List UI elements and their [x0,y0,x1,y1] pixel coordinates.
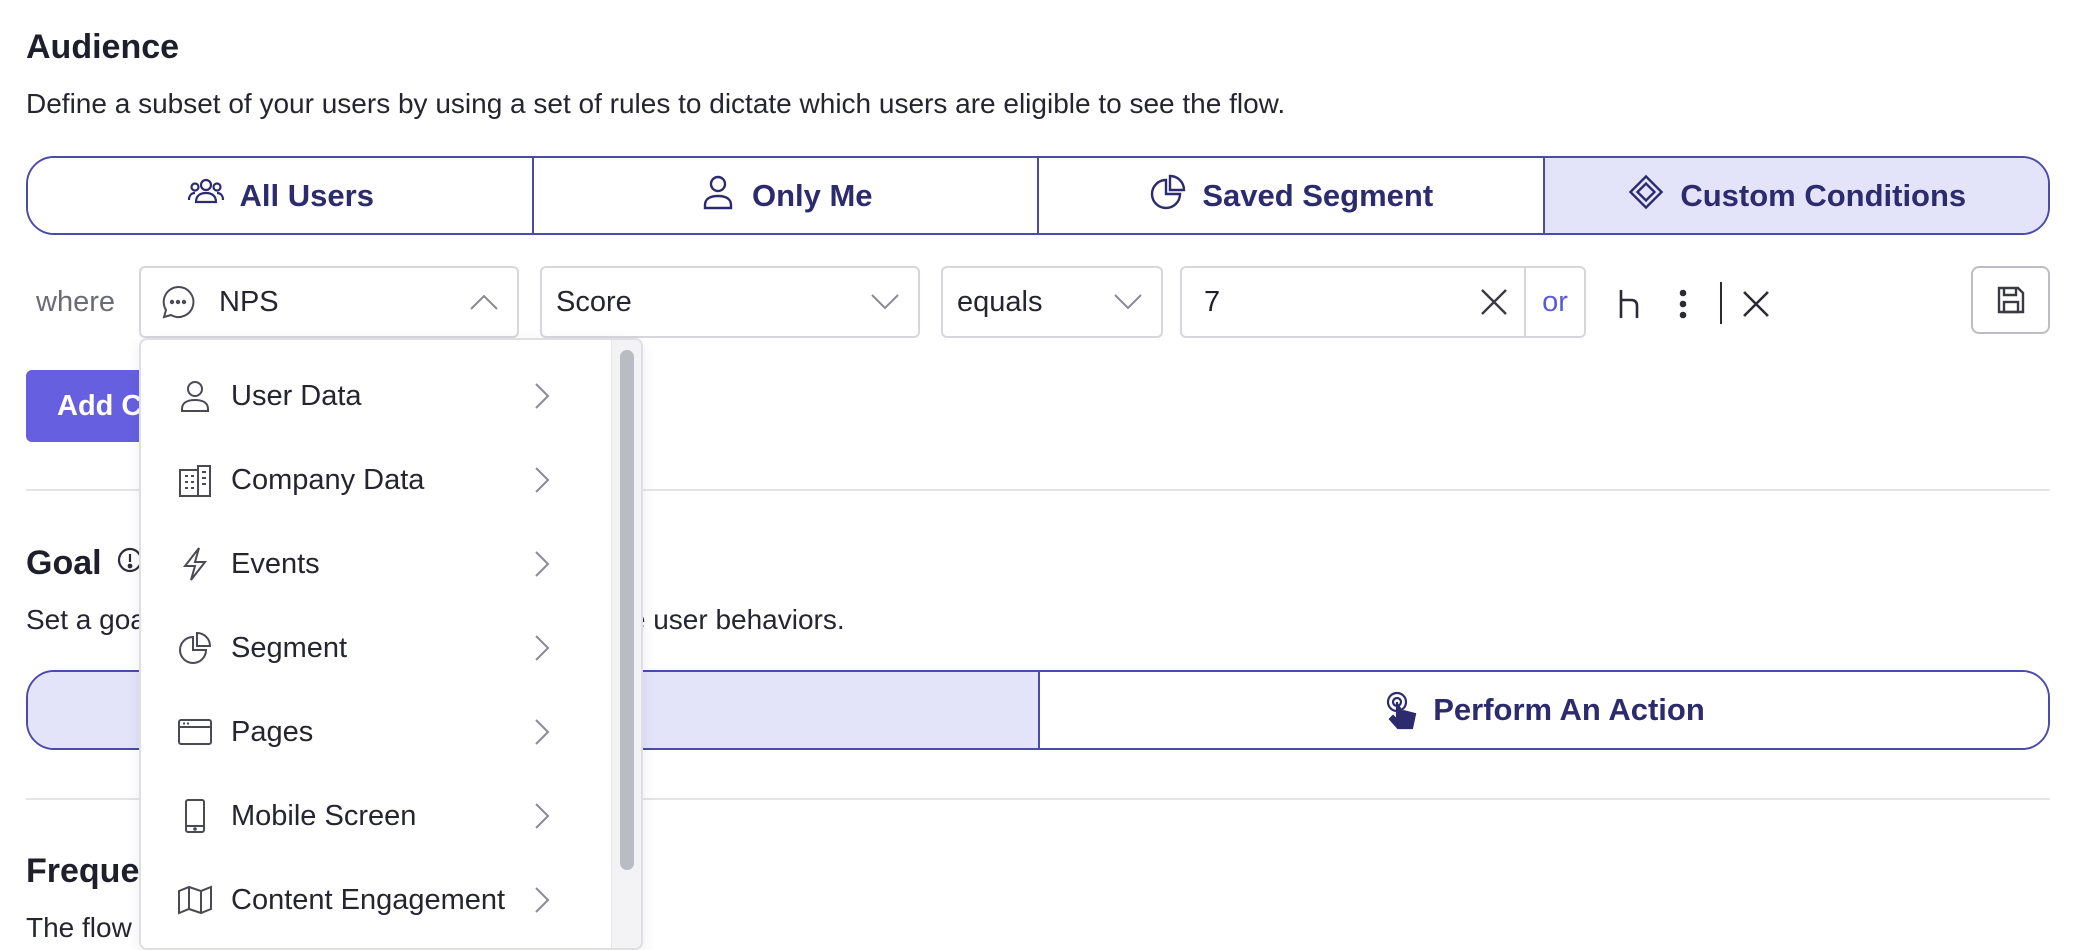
menu-item-label: Mobile Screen [231,799,417,832]
more-vertical-icon [1679,289,1687,319]
save-button[interactable] [1971,266,2050,334]
chevron-right-icon [535,383,550,409]
where-label: where [36,286,115,318]
audience-option-custom-conditions[interactable]: Custom Conditions [1544,158,2048,233]
operator-select-value: equals [957,285,1043,318]
goal-option-label: Perform An Action [1433,692,1705,727]
audience-option-only-me[interactable]: Only Me [533,158,1039,233]
user-icon [698,172,738,220]
remove-condition-button[interactable] [1736,284,1776,324]
chat-bubble-icon [159,283,197,321]
source-dropdown-menu: User Data Company Data Events Segment Pa… [139,338,643,950]
chevron-right-icon [535,719,550,745]
chevron-right-icon [535,803,550,829]
menu-item-company-data[interactable]: Company Data [141,438,611,522]
audience-option-label: Custom Conditions [1680,177,1967,213]
value-input[interactable]: 7 [1182,268,1464,336]
audience-description: Define a subset of your users by using a… [26,88,1286,119]
menu-item-content-engagement[interactable]: Content Engagement [141,858,611,942]
browser-window-icon [175,712,215,752]
audience-option-all-users[interactable]: All Users [28,158,534,233]
map-icon [175,880,215,920]
chevron-up-icon [470,294,498,310]
audience-option-label: Only Me [751,177,873,213]
more-options-button[interactable] [1668,286,1698,322]
menu-item-label: Content Engagement [231,883,506,916]
menu-item-mobile-screen[interactable]: Mobile Screen [141,774,611,858]
menu-item-label: Company Data [231,463,425,496]
menu-item-segment[interactable]: Segment [141,606,611,690]
users-icon [186,172,226,220]
tap-icon [1383,690,1419,730]
pie-chart-icon [175,628,215,668]
user-icon [175,376,215,416]
goal-option-perform-action[interactable]: Perform An Action [1040,672,2048,748]
menu-item-pages[interactable]: Pages [141,690,611,774]
menu-item-label: User Data [231,379,362,412]
chevron-down-icon [871,294,899,310]
menu-item-user-data[interactable]: User Data [141,354,611,438]
value-input-group: 7 or [1180,266,1586,338]
separator [1720,282,1722,324]
chevron-right-icon [535,467,550,493]
source-select[interactable]: NPS [139,266,519,338]
scrollbar-thumb[interactable] [620,350,634,870]
building-icon [175,460,215,500]
close-icon [1481,289,1507,315]
pie-chart-icon [1148,172,1188,220]
diamond-icon [1626,172,1666,220]
scrollbar-track[interactable] [611,340,641,948]
chevron-right-icon [535,551,550,577]
audience-selector: All Users Only Me Saved Segment Custom C… [26,156,2050,235]
property-select-value: Score [556,285,632,318]
property-select[interactable]: Score [540,266,920,338]
operator-select[interactable]: equals [941,266,1163,338]
source-select-value: NPS [219,285,279,318]
audience-option-saved-segment[interactable]: Saved Segment [1039,158,1545,233]
clear-value-button[interactable] [1464,268,1524,336]
menu-item-label: Pages [231,715,314,748]
chevron-right-icon [535,635,550,661]
chevron-down-icon [1114,294,1142,310]
branch-icon [1619,290,1639,318]
menu-item-events[interactable]: Events [141,522,611,606]
audience-option-label: Saved Segment [1202,177,1434,213]
mobile-icon [175,796,215,836]
audience-option-label: All Users [239,177,374,213]
save-icon [1997,286,2024,314]
close-icon [1743,291,1769,317]
goal-title: Goal [26,544,102,582]
menu-item-label: Events [231,547,320,580]
audience-title: Audience [26,28,180,66]
branch-button[interactable] [1612,286,1648,322]
menu-item-label: Segment [231,631,348,664]
chevron-right-icon [535,887,550,913]
lightning-icon [175,544,215,584]
or-button[interactable]: or [1524,268,1584,336]
